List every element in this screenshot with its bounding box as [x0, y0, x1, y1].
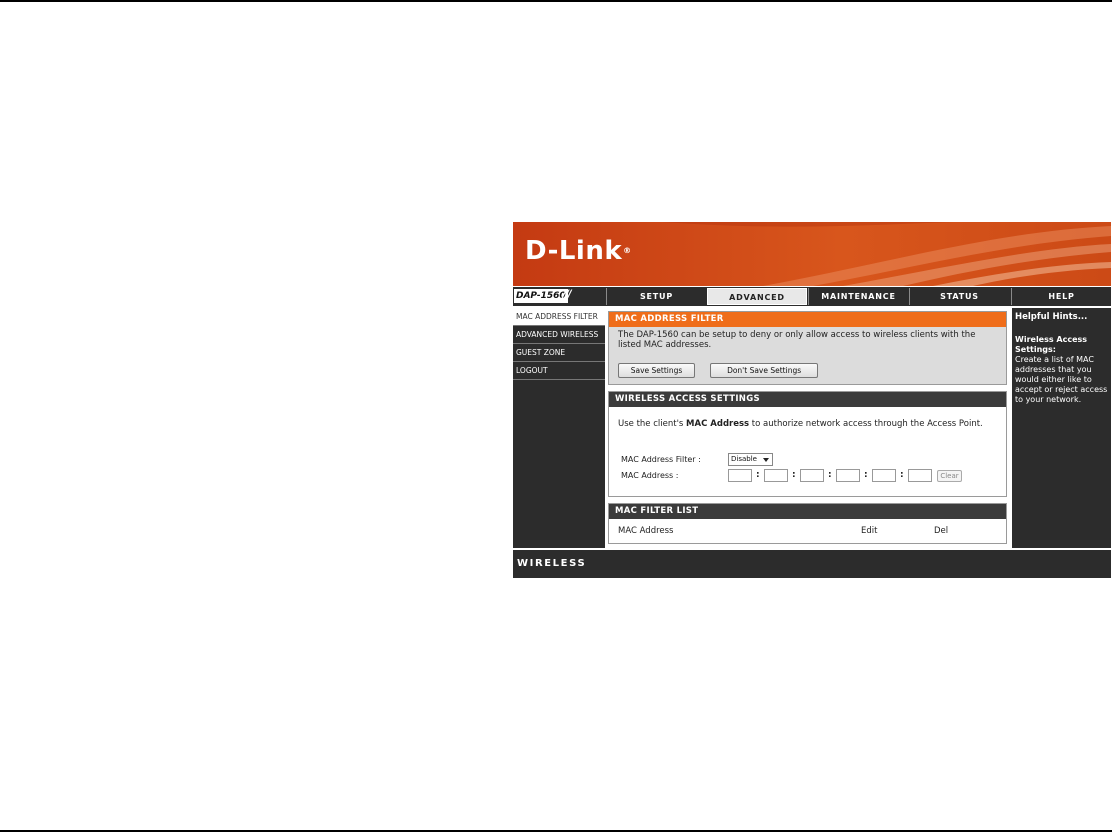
mac-separator: : — [792, 470, 796, 480]
main-content: MAC ADDRESS FILTER The DAP-1560 can be s… — [607, 308, 1010, 548]
dont-save-settings-button[interactable]: Don't Save Settings — [710, 363, 819, 378]
mac-separator: : — [828, 470, 832, 480]
mac-octet-2-input[interactable] — [764, 469, 788, 482]
page-top-rule — [0, 0, 1112, 2]
sidebar-item-guest-zone[interactable]: GUEST ZONE — [513, 344, 605, 362]
mac-octet-1-input[interactable] — [728, 469, 752, 482]
model-name: DAP-1560 — [514, 289, 568, 303]
model-indicator: DAP-1560 /// — [513, 287, 605, 306]
mac-separator: : — [756, 470, 760, 480]
helpful-hints-panel: Helpful Hints... Wireless Access Setting… — [1012, 308, 1111, 548]
mac-filter-label: MAC Address Filter : — [621, 455, 701, 464]
mac-filter-list-section: MAC FILTER LIST MAC Address Edit Del — [608, 503, 1007, 544]
tab-setup[interactable]: SETUP — [606, 288, 706, 305]
footer-bar: WIRELESS — [513, 550, 1111, 578]
mac-filter-title: MAC ADDRESS FILTER — [609, 312, 1006, 327]
help-body: Create a list of MAC addresses that you … — [1015, 355, 1108, 404]
mac-octet-4-input[interactable] — [836, 469, 860, 482]
footer-wireless-label: WIRELESS — [517, 558, 587, 569]
sidebar: MAC ADDRESS FILTER ADVANCED WIRELESS GUE… — [513, 308, 605, 548]
mac-octet-6-input[interactable] — [908, 469, 932, 482]
sidebar-item-logout[interactable]: LOGOUT — [513, 362, 605, 380]
wireless-access-description: Use the client's MAC Address to authoriz… — [618, 419, 983, 429]
save-settings-button[interactable]: Save Settings — [618, 363, 695, 378]
mac-filter-list-title: MAC FILTER LIST — [609, 504, 1006, 519]
mac-address-label: MAC Address : — [621, 471, 679, 480]
mac-filter-description: The DAP-1560 can be setup to deny or onl… — [618, 330, 976, 350]
clear-button[interactable]: Clear — [937, 470, 962, 482]
mac-separator: : — [900, 470, 904, 480]
chevron-down-icon — [763, 458, 769, 462]
help-title: Helpful Hints... — [1015, 312, 1088, 322]
model-slash-decoration: /// — [561, 288, 571, 304]
wireless-access-title: WIRELESS ACCESS SETTINGS — [609, 392, 1006, 407]
mac-filter-select[interactable]: Disable — [728, 453, 773, 466]
brand-banner: D-Link® — [513, 222, 1111, 286]
mac-octet-5-input[interactable] — [872, 469, 896, 482]
dlink-logo: D-Link® — [525, 236, 632, 266]
column-header-del: Del — [934, 526, 949, 536]
tab-help[interactable]: HELP — [1011, 288, 1111, 305]
column-header-mac-address: MAC Address — [618, 526, 674, 536]
page-bottom-rule — [0, 830, 1112, 832]
tab-status[interactable]: STATUS — [909, 288, 1009, 305]
tab-advanced[interactable]: ADVANCED — [707, 288, 807, 305]
mac-filter-section: MAC ADDRESS FILTER The DAP-1560 can be s… — [608, 311, 1007, 385]
router-admin-window: D-Link® DAP-1560 /// SETUP ADVANCED MAIN… — [513, 222, 1111, 578]
sidebar-item-advanced-wireless[interactable]: ADVANCED WIRELESS — [513, 326, 605, 344]
wireless-access-settings-section: WIRELESS ACCESS SETTINGS Use the client'… — [608, 391, 1007, 497]
help-subtitle: Wireless Access Settings: — [1015, 335, 1088, 354]
column-header-edit: Edit — [861, 526, 878, 536]
sidebar-item-mac-address-filter[interactable]: MAC ADDRESS FILTER — [513, 308, 605, 326]
mac-separator: : — [864, 470, 868, 480]
tab-maintenance[interactable]: MAINTENANCE — [808, 288, 908, 305]
top-navigation: DAP-1560 /// SETUP ADVANCED MAINTENANCE … — [513, 287, 1111, 306]
mac-octet-3-input[interactable] — [800, 469, 824, 482]
